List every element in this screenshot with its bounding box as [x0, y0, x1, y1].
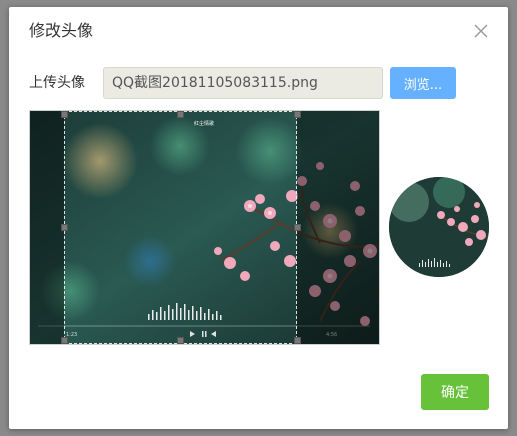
- crop-handle-top-right[interactable]: [294, 111, 301, 118]
- crop-handle-top-left[interactable]: [61, 111, 68, 118]
- dialog-title: 修改头像: [29, 21, 94, 40]
- crop-handle-bottom-right[interactable]: [294, 337, 301, 344]
- upload-avatar-label: 上传头像: [29, 75, 85, 91]
- crop-selection-box[interactable]: [64, 111, 297, 344]
- crop-handle-bottom-left[interactable]: [61, 337, 68, 344]
- file-name-input[interactable]: [103, 67, 383, 99]
- crop-handle-right[interactable]: [294, 224, 301, 231]
- edit-avatar-dialog: 修改头像 上传头像 浏览...: [9, 7, 508, 429]
- browse-button[interactable]: 浏览...: [390, 67, 456, 99]
- crop-mask-right: [297, 111, 379, 344]
- crop-handle-left[interactable]: [61, 224, 68, 231]
- crop-handle-top[interactable]: [177, 111, 184, 118]
- crop-mask-left: [30, 111, 64, 344]
- close-icon[interactable]: [471, 21, 491, 41]
- image-crop-area[interactable]: 红尘情歌 1:23 4:56: [29, 110, 380, 345]
- confirm-button[interactable]: 确定: [421, 374, 489, 410]
- crop-handle-bottom[interactable]: [177, 337, 184, 344]
- avatar-preview: [389, 177, 489, 277]
